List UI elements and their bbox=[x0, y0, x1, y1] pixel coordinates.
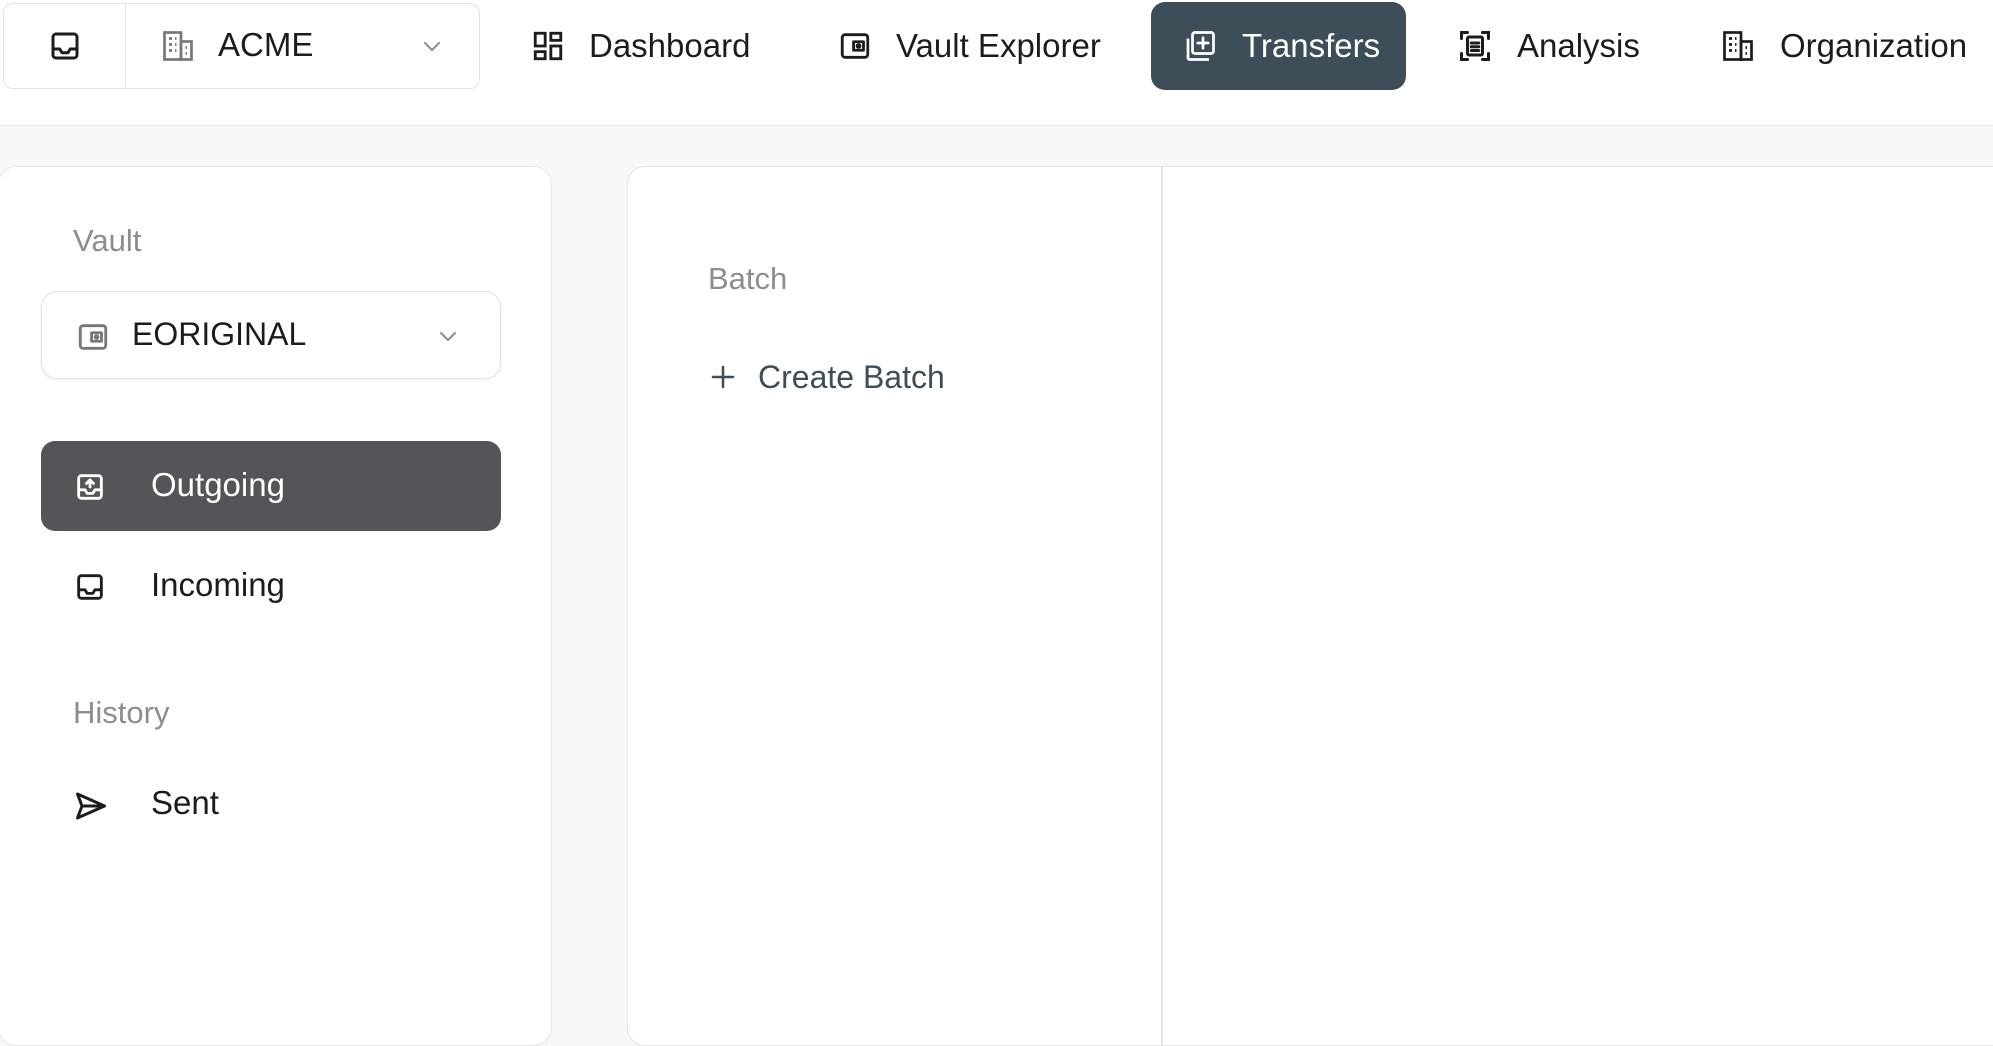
top-navigation-bar: ACME Dashboard Vault Explorer Transfers … bbox=[0, 0, 1993, 126]
wallet-icon bbox=[76, 320, 110, 354]
sidebar-item-label: Sent bbox=[151, 784, 219, 821]
sidebar-item-label: Incoming bbox=[151, 566, 285, 603]
transfers-sidebar: Vault EORIGINAL Outgoing Incoming Histor… bbox=[0, 166, 552, 1046]
vault-select-value: EORIGINAL bbox=[132, 316, 307, 352]
history-section-label: History bbox=[73, 695, 170, 730]
tab-organization[interactable]: Organization bbox=[1720, 2, 1967, 90]
building-icon bbox=[1720, 28, 1756, 64]
sidebar-item-incoming[interactable]: Incoming bbox=[41, 541, 501, 631]
sidebar-item-label: Outgoing bbox=[151, 466, 285, 503]
tab-label: Vault Explorer bbox=[896, 27, 1101, 64]
inbox-button[interactable] bbox=[4, 4, 126, 88]
vault-section-label: Vault bbox=[73, 223, 142, 258]
inbox-icon bbox=[73, 570, 107, 604]
batch-section-label: Batch bbox=[708, 261, 788, 296]
dashboard-icon bbox=[531, 29, 565, 63]
building-icon bbox=[160, 28, 196, 64]
tab-label: Analysis bbox=[1517, 27, 1640, 64]
create-batch-label: Create Batch bbox=[758, 358, 945, 395]
column-divider bbox=[1161, 167, 1163, 1045]
tab-analysis[interactable]: Analysis bbox=[1457, 2, 1640, 90]
org-switcher-group: ACME bbox=[3, 3, 480, 89]
inbox-icon bbox=[47, 28, 83, 64]
create-batch-button[interactable]: Create Batch bbox=[708, 353, 945, 401]
tab-label: Transfers bbox=[1242, 27, 1381, 64]
tab-dashboard[interactable]: Dashboard bbox=[531, 2, 750, 90]
tab-vault-explorer[interactable]: Vault Explorer bbox=[838, 2, 1101, 90]
tab-label: Dashboard bbox=[589, 27, 751, 64]
organization-name: ACME bbox=[218, 26, 314, 63]
analysis-icon bbox=[1457, 28, 1493, 64]
tab-transfers[interactable]: Transfers bbox=[1151, 2, 1406, 90]
vault-select[interactable]: EORIGINAL bbox=[41, 291, 501, 379]
outbox-icon bbox=[73, 470, 107, 504]
transfers-main-panel: Batch Create Batch bbox=[627, 166, 1993, 1046]
tab-label: Organization bbox=[1780, 27, 1968, 64]
wallet-icon bbox=[838, 29, 872, 63]
plus-icon bbox=[708, 362, 738, 392]
chevron-down-icon bbox=[434, 324, 462, 348]
sidebar-item-sent[interactable]: Sent bbox=[41, 759, 501, 849]
chevron-down-icon bbox=[418, 34, 446, 58]
organization-select[interactable]: ACME bbox=[126, 4, 479, 88]
sidebar-item-outgoing[interactable]: Outgoing bbox=[41, 441, 501, 531]
send-icon bbox=[73, 788, 109, 824]
transfers-icon bbox=[1182, 28, 1218, 64]
